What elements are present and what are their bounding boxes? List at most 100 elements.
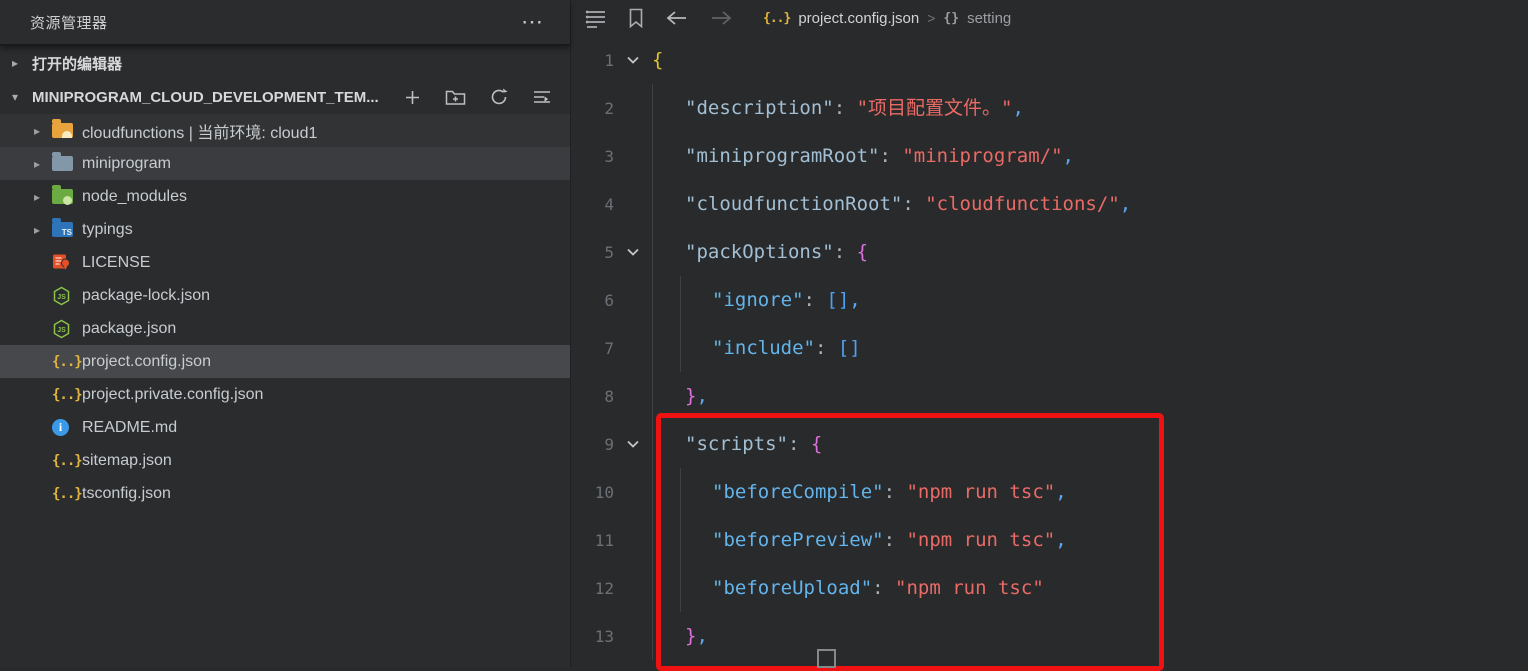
breadcrumb-symbol[interactable]: setting (967, 10, 1011, 27)
tree-item-package-json[interactable]: JSpackage.json (0, 312, 570, 345)
node-js-icon: JS (52, 319, 71, 339)
tree-item-typings[interactable]: ▸TStypings (0, 213, 570, 246)
outline-list-icon[interactable] (585, 8, 607, 28)
code-line-content: "scripts": { (652, 420, 1528, 468)
line-number: 10 (571, 483, 614, 502)
code-line-13[interactable]: 13}, (571, 612, 1528, 660)
code-area: 1{2"description": "项目配置文件。",3"miniprogra… (571, 36, 1528, 667)
file-icon-slot: {..} (52, 354, 82, 370)
navigate-back-icon[interactable] (665, 9, 689, 27)
folder-icon (52, 156, 73, 171)
code-token: "beforePreview" (712, 529, 884, 551)
tree-item-readme-md[interactable]: iREADME.md (0, 411, 570, 444)
code-line-6[interactable]: 6"ignore": [], (571, 276, 1528, 324)
tree-item-cloudfunctions[interactable]: ▸cloudfunctions | 当前环境: cloud1 (0, 114, 570, 147)
json-braces-icon: {..} (52, 387, 82, 403)
line-number: 7 (571, 339, 614, 358)
code-line-12[interactable]: 12 "beforeUpload": "npm run tsc" (571, 564, 1528, 612)
code-line-content: "packOptions": { (652, 228, 1528, 276)
code-line-content: "include": [] (652, 324, 1528, 372)
code-token: , (1120, 193, 1131, 215)
line-number: 3 (571, 147, 614, 166)
code-line-3[interactable]: 3"miniprogramRoot": "miniprogram/", (571, 132, 1528, 180)
code-line-8[interactable]: 8}, (571, 372, 1528, 420)
file-icon-slot (52, 156, 82, 171)
section-root-folder[interactable]: ▾ MINIPROGRAM_CLOUD_DEVELOPMENT_TEM... (0, 80, 570, 114)
tree-item-node-modules[interactable]: ▸node_modules (0, 180, 570, 213)
bookmark-icon[interactable] (627, 7, 645, 29)
line-number: 2 (571, 99, 614, 118)
code-token: : (872, 577, 895, 599)
line-number: 5 (571, 243, 614, 262)
code-line-7[interactable]: 7 "include": [] (571, 324, 1528, 372)
tree-item-sitemap-json[interactable]: {..}sitemap.json (0, 444, 570, 477)
code-line-4[interactable]: 4"cloudfunctionRoot": "cloudfunctions/", (571, 180, 1528, 228)
code-token: "npm run tsc" (895, 577, 1044, 599)
open-editors-label: 打开的编辑器 (32, 53, 122, 74)
tree-item-label: typings (82, 221, 133, 239)
chevron-right-icon: ▸ (34, 157, 52, 171)
tree-item-package-lock-json[interactable]: JSpackage-lock.json (0, 279, 570, 312)
code-token: : (884, 529, 907, 551)
json-file-icon: {..} (763, 11, 790, 26)
code-line-10[interactable]: 10 "beforeCompile": "npm run tsc", (571, 468, 1528, 516)
code-line-1[interactable]: 1{ (571, 36, 1528, 84)
code-token: , (1055, 481, 1066, 503)
breadcrumb-separator-icon: > (927, 10, 935, 26)
line-number: 12 (571, 579, 614, 598)
tree-item-label: miniprogram (82, 155, 171, 173)
code-token: { (652, 49, 663, 71)
code-line-5[interactable]: 5 "packOptions": { (571, 228, 1528, 276)
breadcrumb-file[interactable]: project.config.json (798, 10, 919, 27)
tree-item-tsconfig-json[interactable]: {..}tsconfig.json (0, 477, 570, 510)
file-icon-slot (52, 253, 82, 272)
sidebar-title: 资源管理器 (30, 12, 108, 33)
code-token: , (696, 625, 707, 647)
file-icon-slot: JS (52, 319, 82, 339)
code-line-14[interactable]: 14 (571, 660, 1528, 667)
code-line-2[interactable]: 2"description": "项目配置文件。", (571, 84, 1528, 132)
new-file-icon[interactable] (403, 88, 422, 107)
tree-item-label: node_modules (82, 188, 187, 206)
fold-chevron-icon[interactable] (614, 439, 652, 449)
refresh-icon[interactable] (489, 87, 509, 107)
code-token: : (902, 193, 925, 215)
code-line-content: "beforeCompile": "npm run tsc", (652, 468, 1528, 516)
new-folder-icon[interactable] (445, 88, 466, 106)
line-number: 8 (571, 387, 614, 406)
code-token: "项目配置文件。" (857, 97, 1013, 119)
fold-chevron-icon[interactable] (614, 55, 652, 65)
svg-text:JS: JS (57, 327, 66, 334)
more-actions-icon[interactable]: ⋯ (521, 17, 544, 27)
line-number: 11 (571, 531, 614, 550)
folder-node-icon (52, 189, 73, 204)
collapse-all-icon[interactable] (532, 88, 552, 106)
code-token: "beforeUpload" (712, 577, 872, 599)
editor-pane: {..} project.config.json > {} setting 1{… (571, 0, 1528, 667)
node-js-icon: JS (52, 286, 71, 306)
tree-item-license[interactable]: LICENSE (0, 246, 570, 279)
code-token: "packOptions" (685, 241, 834, 263)
navigate-forward-icon[interactable] (709, 9, 733, 27)
code-line-11[interactable]: 11"beforePreview": "npm run tsc", (571, 516, 1528, 564)
code-line-9[interactable]: 9 "scripts": { (571, 420, 1528, 468)
code-token: { (811, 433, 822, 455)
code-token: : (879, 145, 902, 167)
tree-item-miniprogram[interactable]: ▸ miniprogram (0, 147, 570, 180)
tree-item-project-config-json[interactable]: {..}project.config.json (0, 345, 570, 378)
line-number: 6 (571, 291, 614, 310)
explorer-sidebar: 资源管理器 ⋯ ▸ 打开的编辑器 ▾ MINIPROGRAM_CLOUD_DEV… (0, 0, 571, 667)
root-actions (403, 87, 552, 107)
folder-typescript-icon: TS (52, 222, 73, 237)
line-number: 9 (571, 435, 614, 454)
code-line-content: }, (652, 612, 1528, 660)
file-icon-slot: {..} (52, 453, 82, 469)
tree-item-label: project.config.json (82, 353, 211, 371)
info-icon: i (52, 419, 69, 436)
section-open-editors[interactable]: ▸ 打开的编辑器 (0, 46, 570, 80)
breadcrumb: {..} project.config.json > {} setting (763, 10, 1011, 27)
fold-chevron-icon[interactable] (614, 247, 652, 257)
chevron-right-icon: ▸ (34, 124, 52, 138)
code-token: "include" (712, 337, 815, 359)
tree-item-project-private-config-json[interactable]: {..}project.private.config.json (0, 378, 570, 411)
